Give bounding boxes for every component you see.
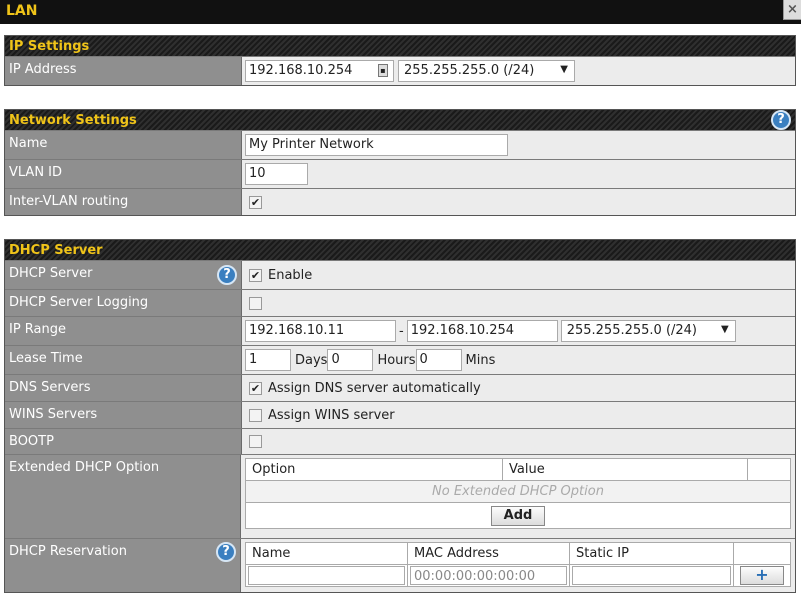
dhcp-reservation-table: Name MAC Address Static IP 00:00:00:00:0… — [245, 542, 791, 587]
dns-auto-checkbox[interactable]: ✔ — [249, 381, 262, 395]
res-col-mac: MAC Address — [407, 542, 570, 565]
dhcp-logging-label: DHCP Server Logging — [5, 290, 242, 316]
dhcp-header: DHCP Server — [5, 239, 795, 260]
res-ip-input[interactable] — [572, 566, 731, 585]
dhcp-logging-checkbox[interactable] — [249, 296, 262, 310]
bootp-row: BOOTP — [5, 428, 795, 454]
dns-servers-row: DNS Servers ✔ Assign DNS server automati… — [5, 374, 795, 401]
res-col-ip: Static IP — [569, 542, 734, 565]
ip-address-row: IP Address 192.168.10.254 ▪ 255.255.255.… — [5, 56, 795, 85]
ip-settings-section: IP Settings IP Address 192.168.10.254 ▪ … — [4, 35, 796, 86]
help-icon[interactable]: ? — [771, 110, 791, 130]
vlan-id-row: VLAN ID 10 — [5, 159, 795, 188]
ip-address-input[interactable]: 192.168.10.254 ▪ — [245, 60, 394, 82]
chevron-down-icon: ▼ — [721, 324, 729, 335]
vlan-id-input[interactable]: 10 — [245, 163, 308, 185]
dhcp-title: DHCP Server — [9, 243, 103, 258]
add-reservation-button[interactable]: + — [740, 566, 784, 585]
network-name-row: Name My Printer Network — [5, 130, 795, 159]
lease-hours-input[interactable]: 0 — [327, 349, 374, 371]
res-mac-input[interactable]: 00:00:00:00:00:00 — [410, 566, 567, 585]
ip-range-separator: - — [399, 323, 404, 339]
ext-empty-message: No Extended DHCP Option — [245, 480, 791, 503]
ip-range-row: IP Range 192.168.10.11 - 192.168.10.254 … — [5, 316, 795, 345]
res-col-name: Name — [245, 542, 408, 565]
extended-dhcp-row: Extended DHCP Option Option Value No Ext… — [5, 454, 795, 538]
ip-settings-header: IP Settings — [5, 35, 795, 56]
extended-dhcp-label: Extended DHCP Option — [5, 455, 241, 538]
wins-checkbox[interactable] — [249, 408, 262, 422]
ip-range-start-input[interactable]: 192.168.10.11 — [245, 320, 396, 342]
ip-subnet-select[interactable]: 255.255.255.0 (/24) ▼ — [398, 60, 575, 82]
inter-vlan-row: Inter-VLAN routing ✔ — [5, 188, 795, 215]
dhcp-server-row: DHCP Server ? ✔ Enable — [5, 260, 795, 289]
address-book-icon[interactable]: ▪ — [378, 64, 388, 77]
dhcp-server-label: DHCP Server — [9, 266, 93, 281]
network-settings-title: Network Settings — [9, 113, 137, 128]
network-name-input[interactable]: My Printer Network — [245, 134, 508, 156]
dhcp-reservation-label: DHCP Reservation — [9, 544, 127, 559]
ip-settings-title: IP Settings — [9, 39, 90, 54]
ip-address-label: IP Address — [5, 57, 242, 85]
wins-servers-row: WINS Servers Assign WINS server — [5, 401, 795, 428]
bootp-checkbox[interactable] — [249, 435, 262, 448]
hours-unit: Hours — [377, 352, 416, 368]
wins-servers-label: WINS Servers — [5, 402, 242, 428]
inter-vlan-checkbox[interactable]: ✔ — [249, 195, 262, 209]
ip-range-label: IP Range — [5, 317, 242, 345]
network-settings-section: Network Settings ? Name My Printer Netwo… — [4, 109, 796, 216]
lease-mins-input[interactable]: 0 — [415, 349, 462, 371]
dns-auto-label: Assign DNS server automatically — [268, 380, 481, 396]
dhcp-reservation-row: DHCP Reservation ? Name MAC Address Stat… — [5, 538, 795, 592]
help-icon[interactable]: ? — [217, 265, 237, 285]
add-extended-option-button[interactable]: Add — [490, 505, 546, 526]
mins-unit: Mins — [465, 352, 496, 368]
days-unit: Days — [295, 352, 328, 368]
extended-dhcp-table: Option Value No Extended DHCP Option Add — [245, 458, 791, 529]
ip-range-subnet-select[interactable]: 255.255.255.0 (/24) ▼ — [560, 320, 736, 342]
ip-range-end-input[interactable]: 192.168.10.254 — [406, 320, 558, 342]
chevron-down-icon: ▼ — [560, 64, 568, 75]
lease-time-row: Lease Time 1 Days 0 Hours 0 Mins — [5, 345, 795, 374]
close-icon[interactable]: × — [783, 0, 801, 20]
help-icon[interactable]: ? — [216, 542, 236, 562]
ext-col-value: Value — [502, 458, 748, 481]
dhcp-enable-label: Enable — [268, 267, 313, 283]
ext-col-option: Option — [245, 458, 503, 481]
lease-time-label: Lease Time — [5, 346, 242, 374]
inter-vlan-label: Inter-VLAN routing — [5, 189, 242, 215]
window-titlebar: LAN × — [0, 0, 801, 24]
wins-label: Assign WINS server — [268, 407, 395, 423]
network-settings-header: Network Settings ? — [5, 109, 795, 130]
vlan-id-label: VLAN ID — [5, 160, 242, 188]
window-title: LAN — [6, 3, 38, 19]
res-name-input[interactable] — [248, 566, 405, 585]
bootp-label: BOOTP — [5, 429, 242, 454]
network-name-label: Name — [5, 131, 242, 159]
dhcp-section: DHCP Server DHCP Server ? ✔ Enable DHCP … — [4, 239, 796, 593]
dhcp-enable-checkbox[interactable]: ✔ — [249, 268, 262, 282]
lease-days-input[interactable]: 1 — [245, 349, 291, 371]
dhcp-logging-row: DHCP Server Logging — [5, 289, 795, 316]
dns-servers-label: DNS Servers — [5, 375, 242, 401]
